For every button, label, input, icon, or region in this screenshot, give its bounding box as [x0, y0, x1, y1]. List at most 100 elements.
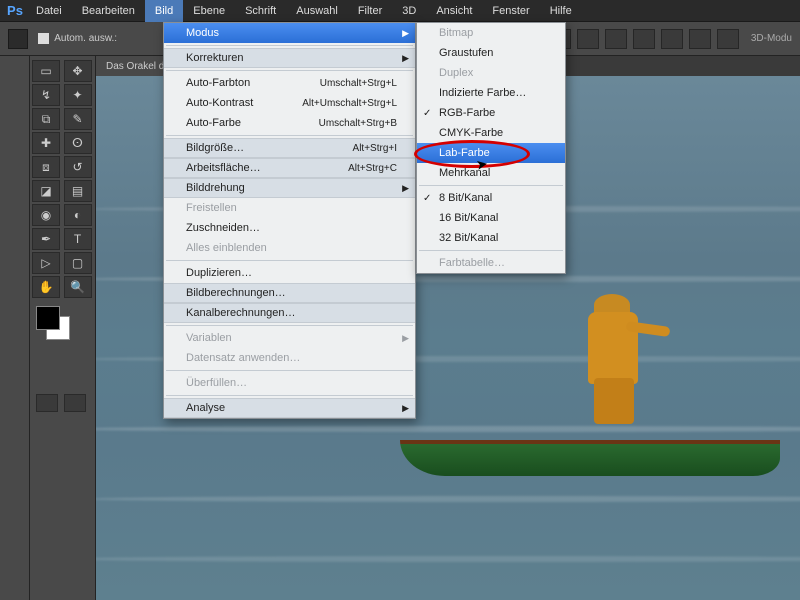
- shortcut: Umschalt+Strg+B: [319, 118, 397, 129]
- canvas-content: [580, 294, 650, 424]
- auto-select-option[interactable]: Autom. ausw.:: [38, 33, 117, 44]
- align-icon[interactable]: [577, 29, 599, 49]
- menu-item-variablen: Variablen ▶: [164, 328, 415, 348]
- menu-ansicht[interactable]: Ansicht: [426, 0, 482, 22]
- pen-tool-icon[interactable]: ✒: [32, 228, 60, 250]
- label: Bitmap: [439, 27, 473, 39]
- mode-farbtabelle: Farbtabelle…: [417, 253, 565, 273]
- auto-select-label: Autom. ausw.:: [54, 33, 117, 44]
- label: RGB-Farbe: [439, 107, 495, 119]
- label: Bildgröße…: [186, 142, 244, 154]
- label: Kanalberechnungen…: [186, 307, 295, 319]
- submenu-arrow-icon: ▶: [402, 403, 409, 414]
- align-icon[interactable]: [605, 29, 627, 49]
- menu-item-bildberechnungen[interactable]: Bildberechnungen…: [164, 283, 415, 303]
- label: Auto-Farbton: [186, 77, 250, 89]
- menu-bearbeiten[interactable]: Bearbeiten: [72, 0, 145, 22]
- quickmask-icon[interactable]: [36, 394, 58, 412]
- label: 32 Bit/Kanal: [439, 232, 498, 244]
- dodge-tool-icon[interactable]: ◐: [64, 204, 92, 226]
- type-tool-icon[interactable]: T: [64, 228, 92, 250]
- mode-graustufen[interactable]: Graustufen: [417, 43, 565, 63]
- menu-item-auto-kontrast[interactable]: Auto-Kontrast Alt+Umschalt+Strg+L: [164, 93, 415, 113]
- label: Farbtabelle…: [439, 257, 505, 269]
- menu-bild[interactable]: Bild: [145, 0, 183, 22]
- menu-item-zuschneiden[interactable]: Zuschneiden…: [164, 218, 415, 238]
- menu-filter[interactable]: Filter: [348, 0, 392, 22]
- eraser-tool-icon[interactable]: ◪: [32, 180, 60, 202]
- label: Bilddrehung: [186, 182, 245, 194]
- menu-item-duplizieren[interactable]: Duplizieren…: [164, 263, 415, 283]
- move-tool-icon[interactable]: [8, 29, 28, 49]
- menu-item-korrekturen[interactable]: Korrekturen ▶: [164, 48, 415, 68]
- menu-datei[interactable]: Datei: [26, 0, 72, 22]
- eyedropper-tool-icon[interactable]: ✎: [64, 108, 92, 130]
- label: Alles einblenden: [186, 242, 267, 254]
- lasso-tool-icon[interactable]: ↯: [32, 84, 60, 106]
- move-tool-icon[interactable]: ✥: [64, 60, 92, 82]
- label: Indizierte Farbe…: [439, 87, 526, 99]
- menu-item-auto-farbton[interactable]: Auto-Farbton Umschalt+Strg+L: [164, 73, 415, 93]
- depth-8bit[interactable]: ✓ 8 Bit/Kanal: [417, 188, 565, 208]
- menubar: Ps Datei Bearbeiten Bild Ebene Schrift A…: [0, 0, 800, 22]
- label: Mehrkanal: [439, 167, 490, 179]
- menu-item-auto-farbe[interactable]: Auto-Farbe Umschalt+Strg+B: [164, 113, 415, 133]
- foreground-swatch[interactable]: [36, 306, 60, 330]
- mode-rgb[interactable]: ✓ RGB-Farbe: [417, 103, 565, 123]
- menu-item-modus[interactable]: Modus ▶: [164, 23, 415, 43]
- menu-ebene[interactable]: Ebene: [183, 0, 235, 22]
- menu-item-bilddrehung[interactable]: Bilddrehung ▶: [164, 178, 415, 198]
- wand-tool-icon[interactable]: ✦: [64, 84, 92, 106]
- menu-item-arbeitsflaeche[interactable]: Arbeitsfläche… Alt+Strg+C: [164, 158, 415, 178]
- mode-bitmap: Bitmap: [417, 23, 565, 43]
- label: 16 Bit/Kanal: [439, 212, 498, 224]
- checkbox-icon[interactable]: [38, 33, 49, 44]
- depth-32bit[interactable]: 32 Bit/Kanal: [417, 228, 565, 248]
- menu-schrift[interactable]: Schrift: [235, 0, 286, 22]
- depth-16bit[interactable]: 16 Bit/Kanal: [417, 208, 565, 228]
- label: Duplizieren…: [186, 267, 252, 279]
- label: Bildberechnungen…: [186, 287, 286, 299]
- screenmode-icon[interactable]: [64, 394, 86, 412]
- gradient-tool-icon[interactable]: ▤: [64, 180, 92, 202]
- crop-tool-icon[interactable]: ⧉: [32, 108, 60, 130]
- menu-hilfe[interactable]: Hilfe: [540, 0, 582, 22]
- label: 8 Bit/Kanal: [439, 192, 492, 204]
- menu-item-analyse[interactable]: Analyse ▶: [164, 398, 415, 418]
- marquee-tool-icon[interactable]: ▭: [32, 60, 60, 82]
- mode-indizierte[interactable]: Indizierte Farbe…: [417, 83, 565, 103]
- mode-lab[interactable]: Lab-Farbe: [417, 143, 565, 163]
- menu-item-bildgroesse[interactable]: Bildgröße… Alt+Strg+I: [164, 138, 415, 158]
- mode-mehrkanal[interactable]: Mehrkanal: [417, 163, 565, 183]
- history-brush-tool-icon[interactable]: ↺: [64, 156, 92, 178]
- healing-tool-icon[interactable]: ✚: [32, 132, 60, 154]
- mode-duplex: Duplex: [417, 63, 565, 83]
- align-icon[interactable]: [689, 29, 711, 49]
- submenu-arrow-icon: ▶: [402, 183, 409, 194]
- submenu-arrow-icon: ▶: [402, 53, 409, 64]
- align-icon[interactable]: [633, 29, 655, 49]
- menu-item-datensatz: Datensatz anwenden…: [164, 348, 415, 368]
- blur-tool-icon[interactable]: ◉: [32, 204, 60, 226]
- align-icon[interactable]: [717, 29, 739, 49]
- label: Duplex: [439, 67, 473, 79]
- label: Auto-Kontrast: [186, 97, 253, 109]
- menu-3d[interactable]: 3D: [392, 0, 426, 22]
- menu-item-freistellen: Freistellen: [164, 198, 415, 218]
- menu-fenster[interactable]: Fenster: [482, 0, 539, 22]
- menu-item-ueberfuellen: Überfüllen…: [164, 373, 415, 393]
- label: Arbeitsfläche…: [186, 162, 261, 174]
- menu-auswahl[interactable]: Auswahl: [286, 0, 348, 22]
- color-swatches[interactable]: [36, 306, 80, 346]
- hand-tool-icon[interactable]: ✋: [32, 276, 60, 298]
- menu-item-kanalberechnungen[interactable]: Kanalberechnungen…: [164, 303, 415, 323]
- zoom-tool-icon[interactable]: 🔍: [64, 276, 92, 298]
- brush-tool-icon[interactable]: ⵙ: [64, 132, 92, 154]
- stamp-tool-icon[interactable]: ⧈: [32, 156, 60, 178]
- mode-cmyk[interactable]: CMYK-Farbe: [417, 123, 565, 143]
- path-tool-icon[interactable]: ▷: [32, 252, 60, 274]
- label: Datensatz anwenden…: [186, 352, 300, 364]
- align-icon[interactable]: [661, 29, 683, 49]
- shape-tool-icon[interactable]: ▢: [64, 252, 92, 274]
- shortcut: Umschalt+Strg+L: [320, 78, 397, 89]
